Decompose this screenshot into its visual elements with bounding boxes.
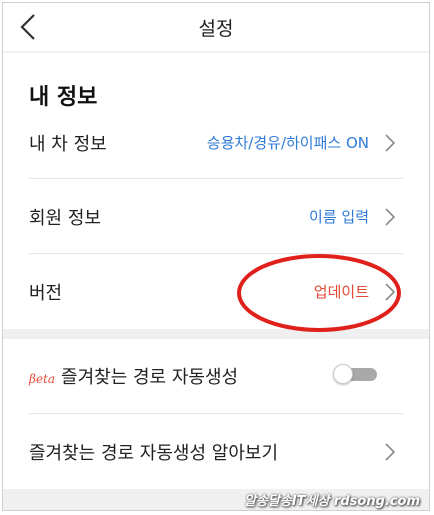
page-title: 설정: [198, 18, 234, 40]
row-learn-more[interactable]: 즐겨찾는 경로 자동생성 알아보기: [3, 415, 429, 489]
divider: [29, 413, 403, 414]
row-label: βeta 즐겨찾는 경로 자동생성: [29, 363, 238, 389]
row-label: 회원 정보: [29, 208, 101, 229]
row-value: 이름 입력: [309, 208, 369, 226]
toggle-knob: [333, 364, 353, 384]
row-member-info[interactable]: 회원 정보 이름 입력: [3, 180, 429, 254]
settings-screen: 설정 내 정보 내 차 정보 승용차/경유/하이패스 ON 회원 정보 이름 입…: [2, 2, 430, 511]
row-label: 즐겨찾는 경로 자동생성 알아보기: [29, 443, 279, 464]
header-divider: [3, 51, 429, 53]
beta-badge: βeta: [29, 372, 56, 386]
auto-route-toggle[interactable]: [333, 364, 377, 384]
section-gap: [3, 329, 429, 339]
row-version[interactable]: 버전 업데이트: [3, 255, 429, 329]
row-auto-route: βeta 즐겨찾는 경로 자동생성: [3, 339, 429, 413]
chevron-right-icon: [385, 134, 395, 152]
watermark-text: 알송달송IT세상 rdsong.com: [243, 494, 420, 509]
auto-route-label: 즐겨찾는 경로 자동생성: [61, 367, 239, 388]
row-label: 내 차 정보: [29, 134, 107, 155]
header: 설정: [3, 3, 429, 51]
row-value: 승용차/경유/하이패스 ON: [206, 134, 369, 152]
update-link[interactable]: 업데이트: [314, 281, 369, 302]
row-label: 버전: [29, 283, 63, 304]
divider: [29, 253, 403, 254]
divider: [29, 178, 403, 179]
chevron-right-icon: [385, 208, 395, 226]
chevron-right-icon: [385, 443, 395, 461]
chevron-right-icon: [385, 283, 395, 301]
row-my-car-info[interactable]: 내 차 정보 승용차/경유/하이패스 ON: [3, 106, 429, 180]
